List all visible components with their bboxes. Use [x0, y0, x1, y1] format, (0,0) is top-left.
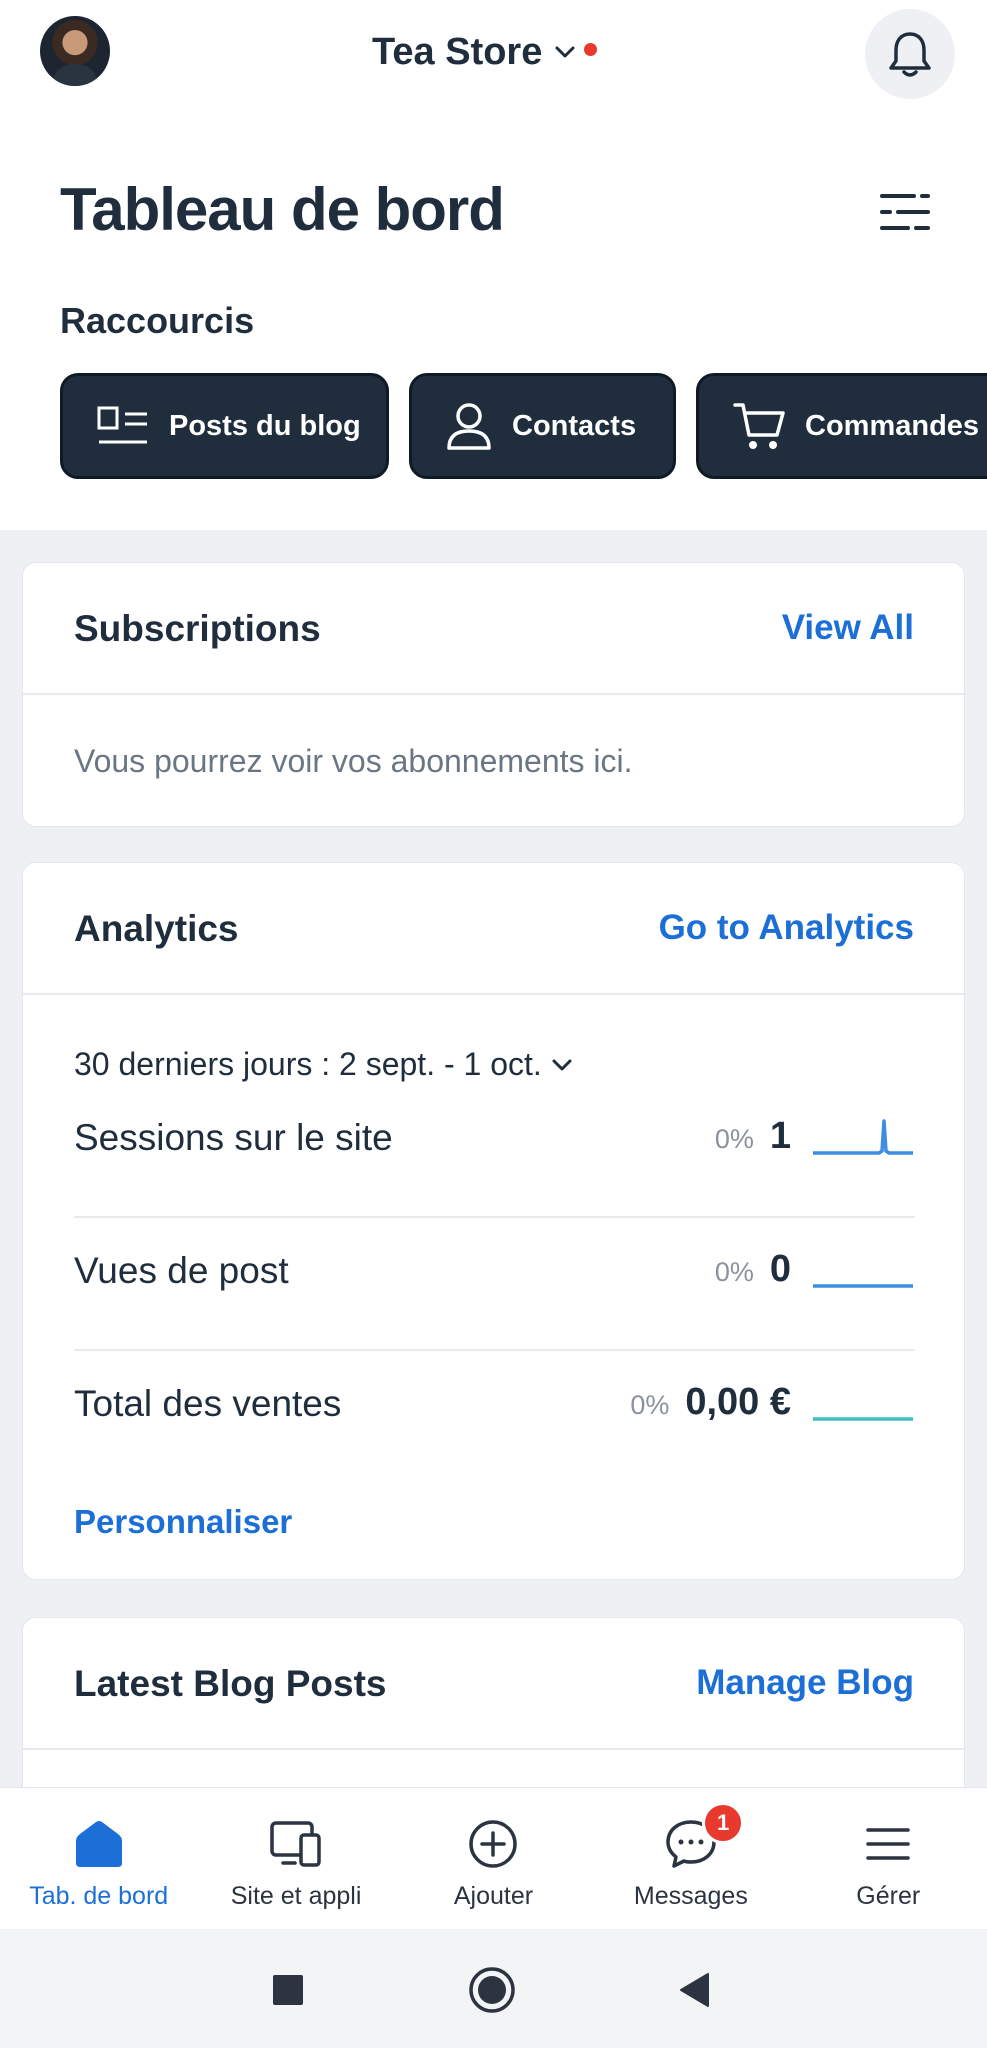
home-button[interactable] [467, 1965, 517, 2015]
recents-button[interactable] [263, 1965, 313, 2015]
page-title: Tableau de bord [60, 176, 505, 243]
sparkline [813, 1119, 913, 1155]
metric-value: 1 [769, 1114, 791, 1157]
shortcut-blog-posts[interactable]: Posts du blog [60, 373, 389, 479]
nav-label: Tab. de bord [29, 1882, 169, 1910]
manage-blog-link[interactable]: Manage Blog [696, 1663, 914, 1703]
nav-label: Ajouter [453, 1882, 534, 1910]
blog-posts-card: Latest Blog Posts Manage Blog [22, 1617, 965, 1788]
shortcut-label: Contacts [512, 409, 637, 442]
customize-dashboard-button[interactable] [878, 188, 934, 236]
cart-icon [733, 403, 785, 449]
nav-label: Site et appli [230, 1882, 362, 1910]
subscriptions-empty-text: Vous pourrez voir vos abonnements ici. [74, 743, 633, 779]
unread-badge: 1 [702, 1802, 745, 1844]
metric-sessions[interactable]: Sessions sur le site 0% 1 [74, 1085, 915, 1218]
metric-value: 0 [769, 1247, 791, 1290]
analytics-card: Analytics Go to Analytics 30 derniers jo… [22, 862, 965, 1580]
shortcuts-title: Raccourcis [60, 300, 255, 341]
metric-post-views[interactable]: Vues de post 0% 0 [74, 1218, 915, 1351]
customize-link[interactable]: Personnaliser [74, 1503, 292, 1541]
add-circle-icon [465, 1816, 521, 1872]
metric-change: 0% [714, 1123, 754, 1154]
sparkline [813, 1417, 913, 1421]
nav-site-app[interactable]: Site et appli [197, 1788, 394, 1929]
go-to-analytics-link[interactable]: Go to Analytics [659, 908, 914, 948]
top-bar: Tea Store [0, 0, 987, 105]
notifications-button[interactable] [865, 9, 955, 99]
nav-manage[interactable]: Gérer [790, 1788, 987, 1929]
shortcut-contacts[interactable]: Contacts [409, 373, 676, 479]
blog-posts-icon [97, 406, 147, 444]
nav-dashboard[interactable]: Tab. de bord [0, 1788, 197, 1929]
bottom-nav: Tab. de bord Site et appli Ajouter 1 Mes… [0, 1787, 987, 1929]
metric-total-sales[interactable]: Total des ventes 0% 0,00 € [74, 1351, 915, 1484]
metric-values: 0% 0,00 € [630, 1379, 915, 1425]
back-triangle-icon [680, 1973, 709, 2007]
card-title: Latest Blog Posts [74, 1663, 387, 1704]
square-icon [273, 1975, 303, 2005]
contact-icon [447, 403, 491, 450]
sparkline [813, 1284, 913, 1288]
metric-change: 0% [630, 1389, 670, 1420]
nav-label: Messages [633, 1882, 748, 1910]
metric-label: Total des ventes [74, 1383, 342, 1424]
dashboard-content: Subscriptions View All Vous pourrez voir… [0, 530, 987, 1788]
card-title: Subscriptions [74, 608, 321, 649]
back-button[interactable] [670, 1965, 720, 2015]
card-header: Latest Blog Posts Manage Blog [23, 1618, 964, 1750]
avatar[interactable] [40, 16, 110, 86]
shortcut-label: Posts du blog [169, 409, 361, 442]
bell-icon [889, 32, 931, 77]
subscriptions-card: Subscriptions View All Vous pourrez voir… [22, 562, 965, 827]
nav-label: Gérer [856, 1882, 921, 1910]
card-header: Analytics Go to Analytics [23, 863, 964, 995]
menu-icon [860, 1816, 916, 1872]
metric-label: Vues de post [74, 1250, 289, 1291]
store-name: Tea Store [372, 30, 543, 73]
view-all-link[interactable]: View All [782, 608, 914, 648]
chevron-down-icon [552, 1059, 572, 1070]
period-selector[interactable]: 30 derniers jours : 2 sept. - 1 oct. [74, 1046, 574, 1083]
shortcut-label: Commandes [805, 409, 980, 442]
sliders-icon [880, 194, 930, 230]
shortcuts-row: Posts du blog Contacts Commandes [60, 373, 987, 479]
nav-add[interactable]: Ajouter [395, 1788, 592, 1929]
nav-messages[interactable]: 1 Messages [592, 1788, 789, 1929]
store-switcher[interactable]: Tea Store [372, 26, 598, 78]
devices-icon [268, 1816, 324, 1872]
period-label: 30 derniers jours : 2 sept. - 1 oct. [74, 1046, 542, 1082]
system-nav-bar [0, 1929, 987, 2048]
metric-value: 0,00 € [685, 1380, 791, 1423]
metric-change: 0% [714, 1256, 754, 1287]
chevron-down-icon [555, 46, 575, 58]
card-title: Analytics [74, 908, 239, 949]
metric-values: 0% 0 [715, 1246, 915, 1292]
metric-label: Sessions sur le site [74, 1117, 393, 1158]
metric-values: 0% 1 [715, 1113, 915, 1159]
card-header: Subscriptions View All [23, 563, 964, 695]
notification-dot [584, 42, 598, 56]
shortcut-orders[interactable]: Commandes [696, 373, 987, 479]
home-icon [71, 1816, 127, 1872]
circle-icon [469, 1967, 515, 2013]
